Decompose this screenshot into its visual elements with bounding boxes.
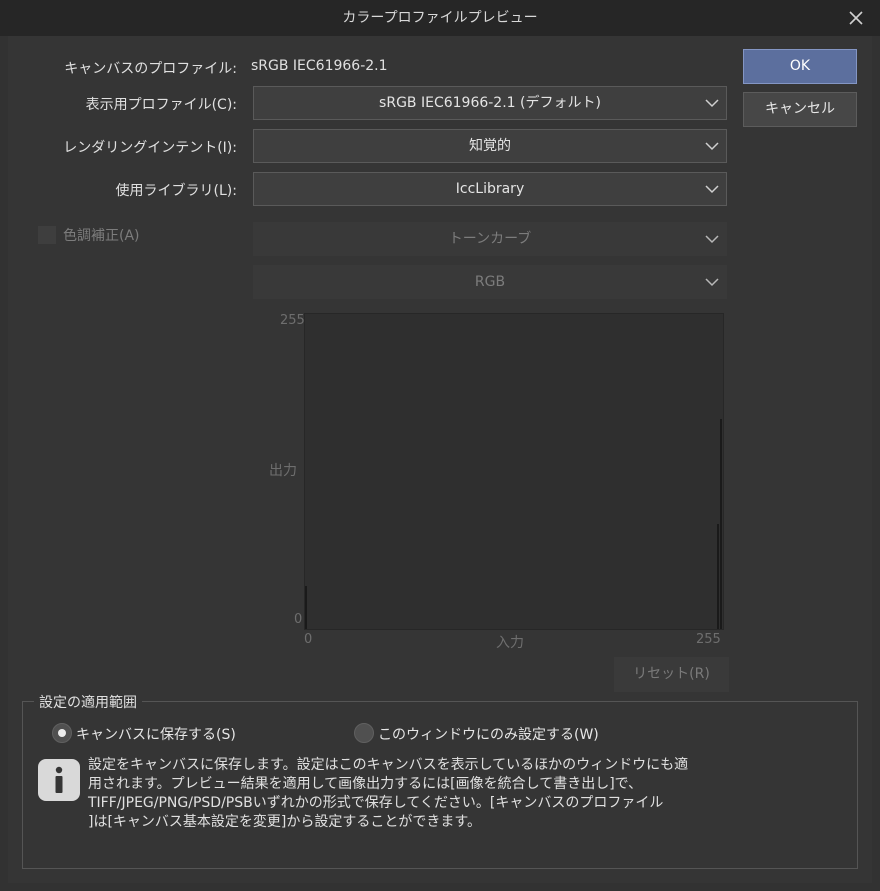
radio-save-to-canvas-label[interactable]: キャンバスに保存する(S)	[76, 724, 236, 744]
library-label: 使用ライブラリ(L):	[115, 183, 237, 199]
chevron-down-icon	[705, 185, 719, 194]
library-dropdown[interactable]: IccLibrary	[253, 172, 727, 206]
radio-selected-dot	[58, 729, 66, 737]
y-max-label: 255	[280, 313, 305, 328]
chevron-down-icon	[705, 142, 719, 151]
reset-button[interactable]: リセット(R)	[614, 657, 729, 692]
info-icon	[38, 759, 80, 801]
color-profile-preview-dialog: カラープロファイルプレビュー キャンバスのプロファイル: sRGB IEC619…	[0, 0, 880, 891]
display-profile-value: sRGB IEC61966-2.1 (デフォルト)	[379, 95, 601, 111]
window-title: カラープロファイルプレビュー	[342, 10, 538, 26]
chevron-down-icon	[705, 235, 719, 244]
radio-this-window-only[interactable]	[354, 723, 374, 743]
channel-value: RGB	[474, 274, 506, 290]
radio-this-window-only-label[interactable]: このウィンドウにのみ設定する(W)	[378, 724, 599, 744]
x-axis-label: 入力	[496, 635, 524, 651]
ok-button[interactable]: OK	[743, 49, 857, 84]
close-button[interactable]	[844, 6, 868, 30]
rendering-intent-label: レンダリングインテント(I):	[63, 140, 237, 156]
scope-group-title: 設定の適用範囲	[34, 692, 142, 712]
display-profile-label: 表示用プロファイル(C):	[85, 97, 237, 113]
canvas-profile-label: キャンバスのプロファイル:	[64, 61, 237, 77]
close-icon	[849, 11, 863, 25]
curve-histogram	[305, 419, 722, 629]
dialog-content: キャンバスのプロファイル: sRGB IEC61966-2.1 表示用プロファイ…	[8, 36, 872, 883]
canvas-profile-value: sRGB IEC61966-2.1	[251, 58, 388, 74]
tone-type-value: トーンカーブ	[448, 231, 532, 247]
chevron-down-icon	[705, 278, 719, 287]
library-value: IccLibrary	[455, 181, 525, 197]
tone-curve-editor[interactable]	[304, 313, 724, 630]
display-profile-dropdown[interactable]: sRGB IEC61966-2.1 (デフォルト)	[253, 86, 727, 120]
scope-info-text: 設定をキャンバスに保存します。設定はこのキャンバスを表示しているほかのウィンドウ…	[88, 756, 708, 832]
title-bar: カラープロファイルプレビュー	[0, 0, 880, 36]
x-max-label: 255	[696, 632, 721, 647]
info-line: ]は[キャンバス基本設定を変更]から設定することができます。	[88, 814, 481, 830]
y-axis-label: 出力	[269, 463, 297, 479]
chevron-down-icon	[705, 99, 719, 108]
info-line: TIFF/JPEG/PNG/PSD/PSBいずれかの形式で保存してください。[キ…	[88, 795, 664, 811]
cancel-button[interactable]: キャンセル	[743, 92, 857, 127]
channel-dropdown[interactable]: RGB	[253, 265, 727, 299]
tone-type-dropdown[interactable]: トーンカーブ	[253, 222, 727, 256]
x-min-label: 0	[304, 632, 313, 647]
rendering-intent-dropdown[interactable]: 知覚的	[253, 129, 727, 163]
y-min-label: 0	[294, 612, 303, 627]
radio-save-to-canvas[interactable]	[52, 723, 72, 743]
rendering-intent-value: 知覚的	[469, 138, 511, 154]
tone-correction-checkbox[interactable]	[38, 226, 56, 244]
info-line: 用されます。プレビュー結果を適用して画像出力するには[画像を統合して書き出し]で…	[88, 776, 643, 792]
info-line: 設定をキャンバスに保存します。設定はこのキャンバスを表示しているほかのウィンドウ…	[88, 757, 689, 773]
tone-correction-label: 色調補正(A)	[63, 228, 140, 244]
